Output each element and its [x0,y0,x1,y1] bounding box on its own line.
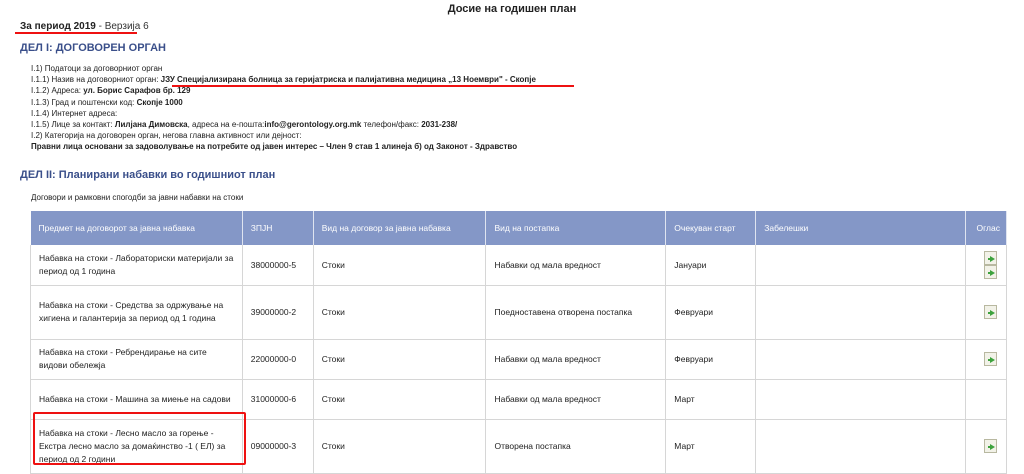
row-procedure: Набавки од мала вредност [485,339,667,380]
table-row: Набавка на стоки - Лабораториски материј… [30,245,1008,286]
section2-subnote: Договори и рамковни спогодби за јавни на… [31,193,244,202]
row-start: Март [665,379,757,420]
row-start: Март [665,419,757,474]
row-notes [755,285,966,340]
col-contract-type: Вид на договор за јавна набавка [313,211,487,245]
row-procedure: Набавки од мала вредност [485,379,667,420]
col-notes: Забелешки [755,211,966,245]
info-line-8: Правни лица основани за задоволување на … [31,142,518,152]
info-line-6: I.1.5) Лице за контакт: Лилјана Димовска… [31,120,458,130]
contact-phone: 2031-238/ [421,120,458,130]
row-start: Февруари [665,339,757,380]
row-procedure: Набавки од мала вредност [485,245,667,286]
table-row: Набавка на стоки - Средства за одржување… [30,285,1008,340]
document-arrow-icon[interactable] [984,264,997,279]
col-start: Очекуван старт [665,211,757,245]
authority-name: ЈЗУ Специјализирана болница за геријатри… [160,75,536,85]
page-title: Досие на годишен план [447,3,577,15]
row-type: Стоки [313,339,487,380]
row-start: Февруари [665,285,757,340]
document-arrow-icon[interactable] [984,250,997,265]
authority-info: I.1) Податоци за договорниот орган I.1.1… [31,63,536,153]
period-label: За период 2019 - Верзија 6 [20,21,149,32]
section1-title: ДЕЛ I: ДОГОВОРЕН ОРГАН [20,42,166,54]
col-procedure: Вид на постапка [485,211,667,245]
row-notice [965,245,1008,286]
row-subject: Набавка на стоки - Средства за одржување… [30,285,243,340]
period-underline [15,32,137,34]
info-line-3: I.1.2) Адреса: ул. Борис Сарафов бр. 129 [31,86,191,96]
info-line-1: I.1) Податоци за договорниот орган [31,64,163,73]
row-notice [965,419,1008,474]
section2-title: ДЕЛ II: Планирани набавки во годишниот п… [20,169,276,181]
row-procedure: Отворена постапка [485,419,667,474]
col-subject: Предмет на договорот за јавна набавка [30,211,243,245]
row-code: 09000000-3 [242,419,314,474]
row-notice [965,379,1008,420]
table-header-row: Предмет на договорот за јавна набавка ЗП… [30,211,1008,245]
row-notes [755,339,966,380]
contact-email: info@gerontology.org.mk [264,120,362,130]
row-notice [965,285,1008,340]
row-notes [755,245,966,286]
row-code: 31000000-6 [242,379,314,420]
authority-city: Скопје 1000 [136,97,183,107]
document-arrow-icon[interactable] [984,352,997,366]
row-code: 39000000-2 [242,285,314,340]
authority-address: ул. Борис Сарафов бр. 129 [83,86,191,96]
row-type: Стоки [313,379,487,420]
table-row: Набавка на стоки - Ребрендирање на сите … [30,339,1008,380]
row-type: Стоки [313,419,487,474]
row-notes [755,379,966,420]
row-code: 22000000-0 [242,339,314,380]
contact-name: Лилјана Димовска [114,120,188,130]
col-code: ЗПЈН [242,211,314,245]
row-code: 38000000-5 [242,245,314,286]
info-line-4: I.1.3) Град и поштенски код: Скопје 1000 [31,97,183,107]
info-line-5: I.1.4) Интернет адреса: [31,108,118,118]
row-notes [755,419,966,474]
info-line-2: I.1.1) Назив на договорниот орган: ЈЗУ С… [31,75,536,85]
document-arrow-icon[interactable] [984,305,997,319]
highlight-box [33,412,246,465]
row-type: Стоки [313,285,487,340]
info-line-7: I.2) Категорија на договорен орган, него… [31,131,302,141]
authority-name-underline [172,85,574,87]
document-arrow-icon[interactable] [984,439,997,453]
row-type: Стоки [313,245,487,286]
row-notice [965,339,1008,380]
row-subject: Набавка на стоки - Ребрендирање на сите … [30,339,243,380]
period-year: За период 2019 [20,21,96,32]
row-subject: Набавка на стоки - Лабораториски материј… [30,245,243,286]
col-notice: Оглас [965,211,1008,245]
period-version: - Верзија 6 [98,21,149,32]
row-procedure: Поедноставена отворена постапка [485,285,667,340]
row-start: Јануари [665,245,757,286]
